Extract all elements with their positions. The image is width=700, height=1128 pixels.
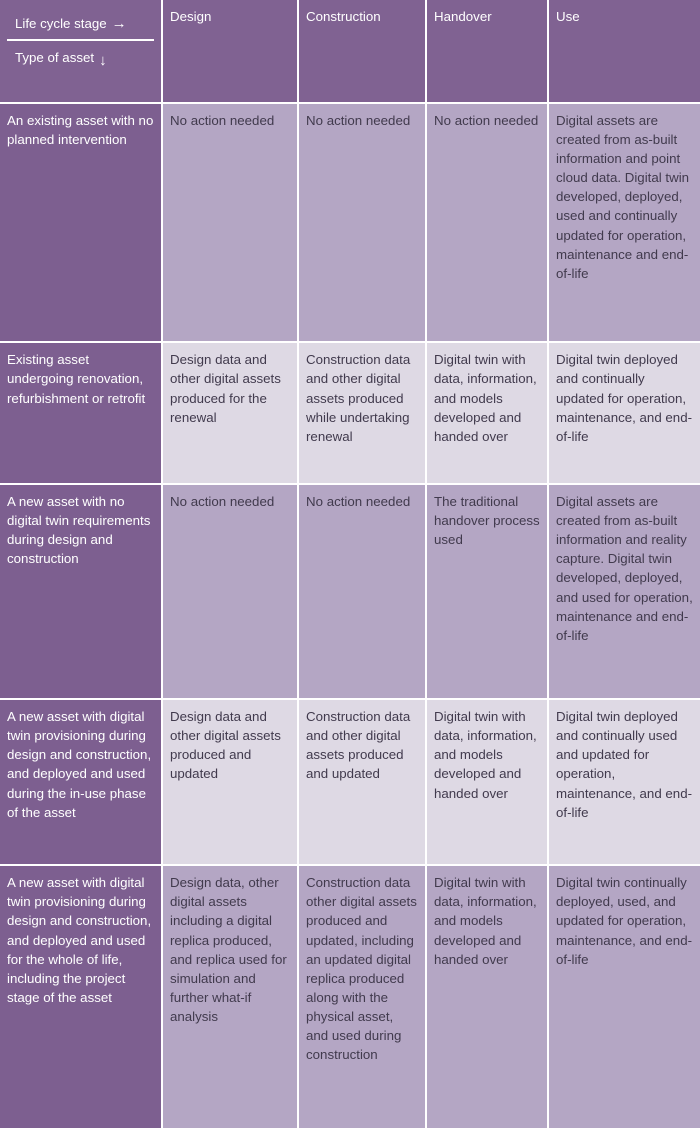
life-cycle-stage-header: Life cycle stage → <box>7 7 154 42</box>
cell-r1-handover: No action needed <box>426 102 549 344</box>
cell-r3-use: Digital assets are created from as-built… <box>548 483 700 701</box>
cell-r3-construction: No action needed <box>298 483 427 701</box>
row-label-new-dt-in-use: A new asset with digital twin provisioni… <box>0 699 163 867</box>
row-label-new-no-dt-requirements: A new asset with no digital twin require… <box>0 483 163 701</box>
lifecycle-asset-matrix: Life cycle stage → Type of asset ↓ Design … <box>0 0 700 1128</box>
cell-r2-design: Design data and other digital assets pro… <box>162 342 299 485</box>
cell-r5-design: Design data, other digital assets includ… <box>162 865 299 1128</box>
matrix-corner-header: Life cycle stage → Type of asset ↓ <box>0 0 163 104</box>
life-cycle-stage-label: Life cycle stage <box>15 16 107 31</box>
cell-r5-construction: Construction data other digital assets p… <box>298 865 427 1128</box>
cell-r1-design: No action needed <box>162 102 299 344</box>
cell-r2-construction: Construction data and other digital asse… <box>298 342 427 485</box>
cell-r2-handover: Digital twin with data, information, and… <box>426 342 549 485</box>
cell-r5-use: Digital twin continually deployed, used,… <box>548 865 700 1128</box>
cell-r3-design: No action needed <box>162 483 299 701</box>
header-row: Life cycle stage → Type of asset ↓ Design … <box>0 0 700 104</box>
table-row: A new asset with digital twin provisioni… <box>0 865 700 1128</box>
cell-r3-handover: The traditional handover process used <box>426 483 549 701</box>
column-header-use: Use <box>548 0 700 104</box>
row-label-new-dt-whole-life: A new asset with digital twin provisioni… <box>0 865 163 1128</box>
column-header-design: Design <box>162 0 299 104</box>
arrow-down-icon: ↓ <box>99 52 107 70</box>
row-label-existing-renovation: Existing asset undergoing renovation, re… <box>0 342 163 485</box>
table-row: A new asset with digital twin provisioni… <box>0 699 700 867</box>
table-row: An existing asset with no planned interv… <box>0 102 700 344</box>
cell-r4-use: Digital twin deployed and continually us… <box>548 699 700 867</box>
cell-r4-construction: Construction data and other digital asse… <box>298 699 427 867</box>
cell-r4-design: Design data and other digital assets pro… <box>162 699 299 867</box>
cell-r1-use: Digital assets are created from as-built… <box>548 102 700 344</box>
table-row: Existing asset undergoing renovation, re… <box>0 342 700 485</box>
column-header-construction: Construction <box>298 0 427 104</box>
row-label-existing-no-intervention: An existing asset with no planned interv… <box>0 102 163 344</box>
type-of-asset-label: Type of asset <box>15 50 95 66</box>
type-of-asset-header: Type of asset ↓ <box>7 41 154 73</box>
cell-r5-handover: Digital twin with data, information, and… <box>426 865 549 1128</box>
arrow-right-icon: → <box>111 14 127 32</box>
cell-r1-construction: No action needed <box>298 102 427 344</box>
cell-r2-use: Digital twin deployed and continually up… <box>548 342 700 485</box>
column-header-handover: Handover <box>426 0 549 104</box>
cell-r4-handover: Digital twin with data, information, and… <box>426 699 549 867</box>
table-row: A new asset with no digital twin require… <box>0 483 700 701</box>
